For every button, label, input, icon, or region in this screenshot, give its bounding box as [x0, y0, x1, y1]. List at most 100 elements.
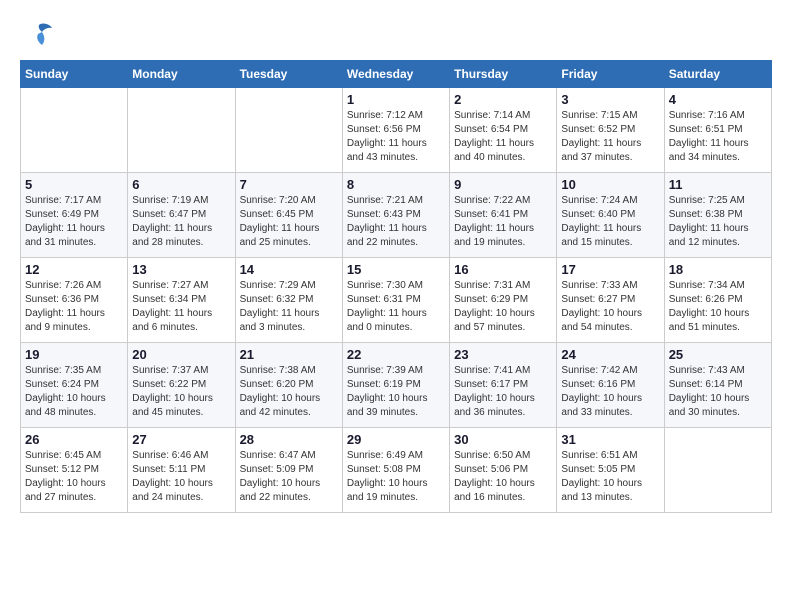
- day-info: Sunrise: 7:42 AM Sunset: 6:16 PM Dayligh…: [561, 364, 659, 420]
- header-friday: Friday: [557, 61, 664, 88]
- day-number: 21: [240, 347, 338, 362]
- day-info: Sunrise: 7:43 AM Sunset: 6:14 PM Dayligh…: [669, 364, 767, 420]
- calendar-cell: 16 Sunrise: 7:31 AM Sunset: 6:29 PM Dayli…: [450, 258, 557, 343]
- day-info: Sunrise: 7:15 AM Sunset: 6:52 PM Dayligh…: [561, 109, 659, 165]
- calendar-week-row: 26 Sunrise: 6:45 AM Sunset: 5:12 PM Dayli…: [21, 428, 772, 513]
- calendar-cell: [235, 88, 342, 173]
- day-info: Sunrise: 6:45 AM Sunset: 5:12 PM Dayligh…: [25, 449, 123, 505]
- day-number: 15: [347, 262, 445, 277]
- day-info: Sunrise: 6:46 AM Sunset: 5:11 PM Dayligh…: [132, 449, 230, 505]
- day-info: Sunrise: 6:51 AM Sunset: 5:05 PM Dayligh…: [561, 449, 659, 505]
- day-info: Sunrise: 7:41 AM Sunset: 6:17 PM Dayligh…: [454, 364, 552, 420]
- calendar-cell: 31 Sunrise: 6:51 AM Sunset: 5:05 PM Dayli…: [557, 428, 664, 513]
- day-number: 12: [25, 262, 123, 277]
- day-info: Sunrise: 7:30 AM Sunset: 6:31 PM Dayligh…: [347, 279, 445, 335]
- header-tuesday: Tuesday: [235, 61, 342, 88]
- day-number: 8: [347, 177, 445, 192]
- calendar-cell: 17 Sunrise: 7:33 AM Sunset: 6:27 PM Dayli…: [557, 258, 664, 343]
- header-thursday: Thursday: [450, 61, 557, 88]
- day-info: Sunrise: 7:25 AM Sunset: 6:38 PM Dayligh…: [669, 194, 767, 250]
- day-number: 31: [561, 432, 659, 447]
- calendar-cell: 3 Sunrise: 7:15 AM Sunset: 6:52 PM Daylig…: [557, 88, 664, 173]
- day-info: Sunrise: 7:29 AM Sunset: 6:32 PM Dayligh…: [240, 279, 338, 335]
- calendar-cell: 11 Sunrise: 7:25 AM Sunset: 6:38 PM Dayli…: [664, 173, 771, 258]
- calendar-cell: 14 Sunrise: 7:29 AM Sunset: 6:32 PM Dayli…: [235, 258, 342, 343]
- calendar-cell: 23 Sunrise: 7:41 AM Sunset: 6:17 PM Dayli…: [450, 343, 557, 428]
- calendar-cell: 5 Sunrise: 7:17 AM Sunset: 6:49 PM Daylig…: [21, 173, 128, 258]
- day-number: 3: [561, 92, 659, 107]
- day-number: 25: [669, 347, 767, 362]
- header-wednesday: Wednesday: [342, 61, 449, 88]
- day-info: Sunrise: 7:16 AM Sunset: 6:51 PM Dayligh…: [669, 109, 767, 165]
- calendar-cell: [128, 88, 235, 173]
- day-number: 9: [454, 177, 552, 192]
- day-number: 18: [669, 262, 767, 277]
- day-info: Sunrise: 7:38 AM Sunset: 6:20 PM Dayligh…: [240, 364, 338, 420]
- logo: [20, 20, 54, 50]
- day-info: Sunrise: 7:21 AM Sunset: 6:43 PM Dayligh…: [347, 194, 445, 250]
- calendar-cell: 30Sunrise: 6:50 AM Sunset: 5:06 PM Dayli…: [450, 428, 557, 513]
- day-info: Sunrise: 6:50 AM Sunset: 5:06 PM Dayligh…: [454, 449, 552, 505]
- calendar-header-row: SundayMondayTuesdayWednesdayThursdayFrid…: [21, 61, 772, 88]
- day-number: 1: [347, 92, 445, 107]
- day-number: 17: [561, 262, 659, 277]
- day-number: 24: [561, 347, 659, 362]
- calendar-cell: 25 Sunrise: 7:43 AM Sunset: 6:14 PM Dayli…: [664, 343, 771, 428]
- calendar-cell: [21, 88, 128, 173]
- calendar-cell: 2 Sunrise: 7:14 AM Sunset: 6:54 PM Daylig…: [450, 88, 557, 173]
- day-number: 29: [347, 432, 445, 447]
- day-number: 10: [561, 177, 659, 192]
- logo-bird-icon: [24, 20, 54, 50]
- day-number: 4: [669, 92, 767, 107]
- day-info: Sunrise: 7:19 AM Sunset: 6:47 PM Dayligh…: [132, 194, 230, 250]
- day-info: Sunrise: 7:14 AM Sunset: 6:54 PM Dayligh…: [454, 109, 552, 165]
- calendar-cell: 6 Sunrise: 7:19 AM Sunset: 6:47 PM Daylig…: [128, 173, 235, 258]
- day-info: Sunrise: 7:17 AM Sunset: 6:49 PM Dayligh…: [25, 194, 123, 250]
- day-number: 7: [240, 177, 338, 192]
- header-monday: Monday: [128, 61, 235, 88]
- day-info: Sunrise: 7:24 AM Sunset: 6:40 PM Dayligh…: [561, 194, 659, 250]
- day-number: 19: [25, 347, 123, 362]
- calendar-cell: 10 Sunrise: 7:24 AM Sunset: 6:40 PM Dayli…: [557, 173, 664, 258]
- day-number: 13: [132, 262, 230, 277]
- calendar-cell: 18Sunrise: 7:34 AM Sunset: 6:26 PM Dayli…: [664, 258, 771, 343]
- calendar-cell: 7 Sunrise: 7:20 AM Sunset: 6:45 PM Daylig…: [235, 173, 342, 258]
- day-number: 14: [240, 262, 338, 277]
- day-info: Sunrise: 7:12 AM Sunset: 6:56 PM Dayligh…: [347, 109, 445, 165]
- day-number: 26: [25, 432, 123, 447]
- day-number: 23: [454, 347, 552, 362]
- day-number: 2: [454, 92, 552, 107]
- day-info: Sunrise: 7:27 AM Sunset: 6:34 PM Dayligh…: [132, 279, 230, 335]
- day-number: 16: [454, 262, 552, 277]
- header-saturday: Saturday: [664, 61, 771, 88]
- day-info: Sunrise: 7:35 AM Sunset: 6:24 PM Dayligh…: [25, 364, 123, 420]
- day-number: 6: [132, 177, 230, 192]
- calendar-cell: 26 Sunrise: 6:45 AM Sunset: 5:12 PM Dayli…: [21, 428, 128, 513]
- calendar-week-row: 19 Sunrise: 7:35 AM Sunset: 6:24 PM Dayli…: [21, 343, 772, 428]
- day-info: Sunrise: 6:47 AM Sunset: 5:09 PM Dayligh…: [240, 449, 338, 505]
- calendar-cell: 12 Sunrise: 7:26 AM Sunset: 6:36 PM Dayli…: [21, 258, 128, 343]
- header: [20, 20, 772, 50]
- calendar-cell: 19 Sunrise: 7:35 AM Sunset: 6:24 PM Dayli…: [21, 343, 128, 428]
- calendar-cell: 8 Sunrise: 7:21 AM Sunset: 6:43 PM Daylig…: [342, 173, 449, 258]
- day-number: 20: [132, 347, 230, 362]
- calendar-cell: [664, 428, 771, 513]
- calendar-cell: 22Sunrise: 7:39 AM Sunset: 6:19 PM Dayli…: [342, 343, 449, 428]
- calendar-week-row: 1 Sunrise: 7:12 AM Sunset: 6:56 PM Daylig…: [21, 88, 772, 173]
- day-info: Sunrise: 7:20 AM Sunset: 6:45 PM Dayligh…: [240, 194, 338, 250]
- day-number: 27: [132, 432, 230, 447]
- calendar-cell: 20 Sunrise: 7:37 AM Sunset: 6:22 PM Dayli…: [128, 343, 235, 428]
- calendar-cell: 13 Sunrise: 7:27 AM Sunset: 6:34 PM Dayli…: [128, 258, 235, 343]
- day-number: 11: [669, 177, 767, 192]
- day-info: Sunrise: 7:39 AM Sunset: 6:19 PM Dayligh…: [347, 364, 445, 420]
- day-info: Sunrise: 7:31 AM Sunset: 6:29 PM Dayligh…: [454, 279, 552, 335]
- day-info: Sunrise: 7:26 AM Sunset: 6:36 PM Dayligh…: [25, 279, 123, 335]
- day-info: Sunrise: 7:33 AM Sunset: 6:27 PM Dayligh…: [561, 279, 659, 335]
- calendar-cell: 29Sunrise: 6:49 AM Sunset: 5:08 PM Dayli…: [342, 428, 449, 513]
- calendar-cell: 4 Sunrise: 7:16 AM Sunset: 6:51 PM Daylig…: [664, 88, 771, 173]
- day-info: Sunrise: 7:37 AM Sunset: 6:22 PM Dayligh…: [132, 364, 230, 420]
- calendar-week-row: 5 Sunrise: 7:17 AM Sunset: 6:49 PM Daylig…: [21, 173, 772, 258]
- calendar-cell: 27 Sunrise: 6:46 AM Sunset: 5:11 PM Dayli…: [128, 428, 235, 513]
- day-number: 5: [25, 177, 123, 192]
- calendar-cell: 28Sunrise: 6:47 AM Sunset: 5:09 PM Dayli…: [235, 428, 342, 513]
